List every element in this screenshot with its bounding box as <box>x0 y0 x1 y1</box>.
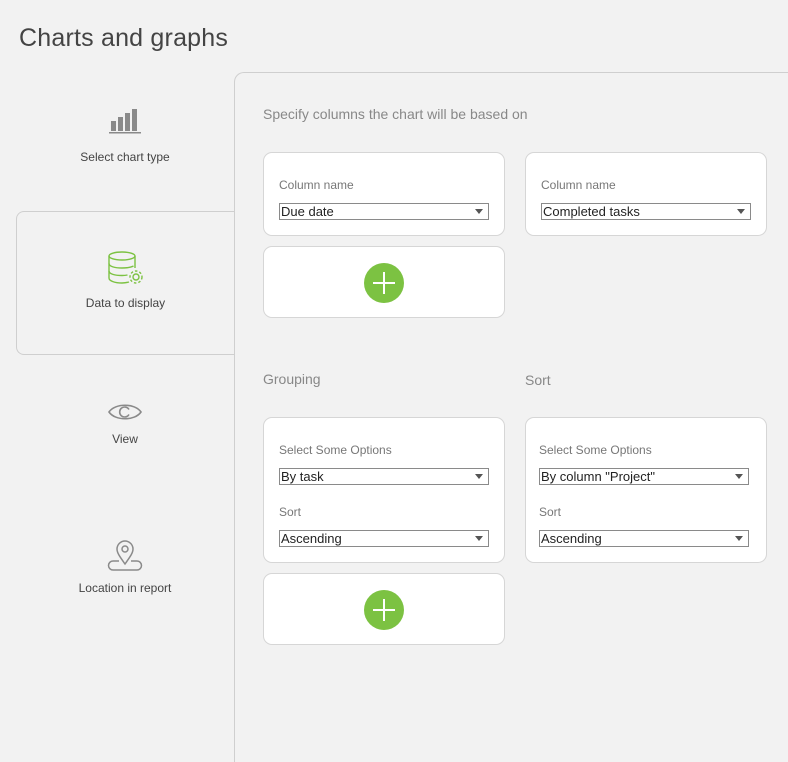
columns-section-heading: Specify columns the chart will be based … <box>263 106 528 122</box>
sidebar-item-view[interactable]: View <box>16 398 234 458</box>
chevron-down-icon <box>475 536 483 541</box>
database-settings-icon <box>107 251 143 284</box>
add-column-button[interactable] <box>364 263 404 303</box>
sort-card: Select Some Options By column "Project" … <box>525 417 767 563</box>
chevron-down-icon <box>475 474 483 479</box>
select-value: Due date <box>281 204 334 219</box>
sort-options-label: Select Some Options <box>539 443 652 457</box>
sidebar-item-data-to-display[interactable]: Data to display <box>16 211 234 355</box>
select-value: Ascending <box>541 531 602 546</box>
sidebar-item-location-in-report[interactable]: Location in report <box>16 540 234 600</box>
column-name-select[interactable]: Due date <box>279 203 489 220</box>
chevron-down-icon <box>475 209 483 214</box>
content-panel: Specify columns the chart will be based … <box>234 72 788 762</box>
chevron-down-icon <box>735 536 743 541</box>
sidebar-item-label: Location in report <box>78 581 172 595</box>
grouping-sort-select[interactable]: Ascending <box>279 530 489 547</box>
eye-icon <box>108 404 142 420</box>
column-card-2: Column name Completed tasks <box>525 152 767 236</box>
sidebar-item-label: Data to display <box>85 296 166 310</box>
column-name-select[interactable]: Completed tasks <box>541 203 751 220</box>
select-value: Ascending <box>281 531 342 546</box>
page-title: Charts and graphs <box>19 24 229 52</box>
chevron-down-icon <box>737 209 745 214</box>
grouping-options-select[interactable]: By task <box>279 468 489 485</box>
sort-order-label: Sort <box>539 505 562 519</box>
location-pin-icon <box>107 540 143 571</box>
column-card-1: Column name Due date <box>263 152 505 236</box>
select-value: By column "Project" <box>541 469 655 484</box>
select-value: By task <box>281 469 324 484</box>
add-grouping-button[interactable] <box>364 590 404 630</box>
sort-options-select[interactable]: By column "Project" <box>539 468 749 485</box>
sort-order-select[interactable]: Ascending <box>539 530 749 547</box>
sidebar-item-label: Select chart type <box>80 150 170 164</box>
grouping-sort-label: Sort <box>279 505 302 519</box>
chevron-down-icon <box>735 474 743 479</box>
add-column-card <box>263 246 505 318</box>
select-value: Completed tasks <box>543 204 640 219</box>
column-name-label: Column name <box>541 178 616 192</box>
grouping-section-heading: Grouping <box>263 371 321 387</box>
grouping-card: Select Some Options By task Sort Ascendi… <box>263 417 505 563</box>
column-name-label: Column name <box>279 178 354 192</box>
sidebar-item-label: View <box>112 432 138 446</box>
sidebar-item-select-chart-type[interactable]: Select chart type <box>16 106 234 176</box>
add-grouping-card <box>263 573 505 645</box>
bar-chart-icon <box>109 109 141 134</box>
sort-section-heading: Sort <box>525 372 551 388</box>
grouping-options-label: Select Some Options <box>279 443 392 457</box>
